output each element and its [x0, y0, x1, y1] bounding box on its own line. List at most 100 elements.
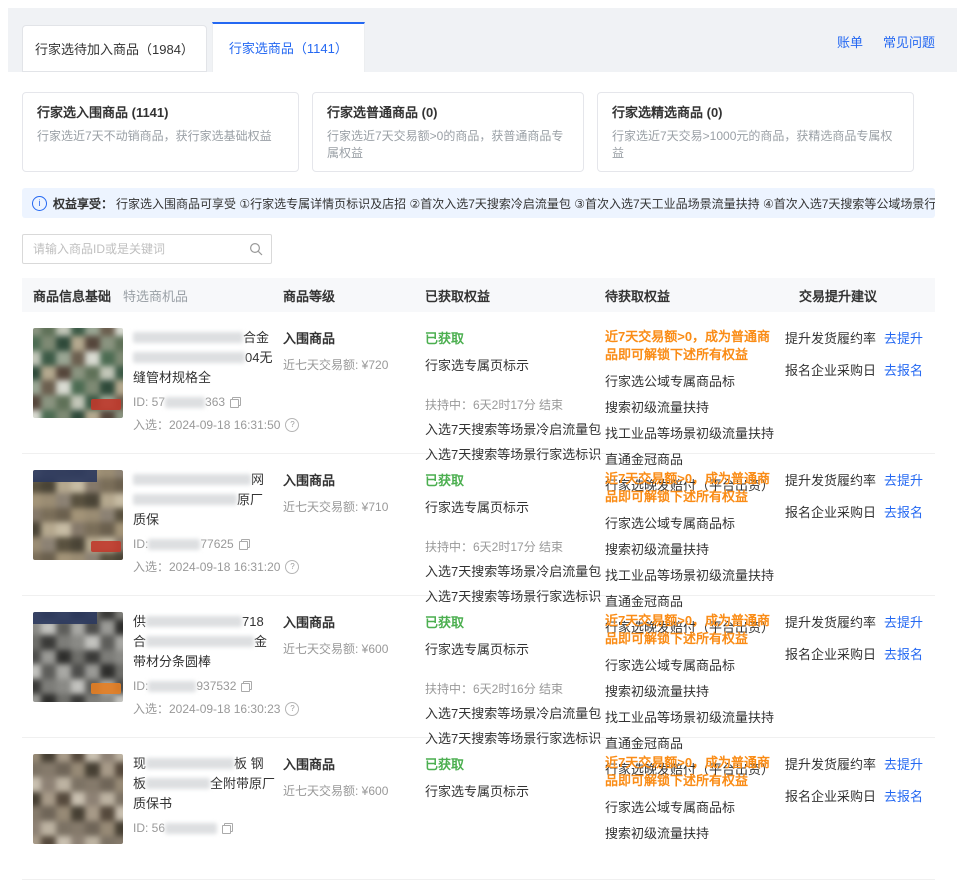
obtained-benefit: 入选7天搜索等场景冷启流量包 — [425, 419, 605, 438]
suggestion: 提升发货履约率去提升 — [785, 612, 935, 631]
bill-link[interactable]: 账单 — [837, 32, 863, 51]
redacted-text — [146, 778, 210, 789]
pending-benefit: 搜索初级流量扶持 — [605, 539, 771, 558]
redacted-text — [133, 332, 243, 343]
product-id: ID: 937532 — [133, 679, 283, 693]
suggestion-action-link[interactable]: 去报名 — [884, 505, 923, 520]
pending-benefit: 找工业品等场景初级流量扶持 — [605, 423, 771, 442]
card-normal[interactable]: 行家选普通商品 (0) 行家选近7天交易额>0的商品，获普通商品专属权益 — [312, 92, 584, 172]
info-circle-icon — [32, 196, 47, 211]
redacted-text — [133, 494, 237, 505]
product-image[interactable] — [33, 754, 123, 844]
header-tab-product-info[interactable]: 商品信息基础 — [33, 286, 111, 305]
header-obtained-benefits: 已获取权益 — [425, 286, 605, 305]
pending-benefit: 行家选公域专属商品标 — [605, 371, 771, 390]
product-image-mosaic — [33, 754, 123, 844]
suggestion: 报名企业采购日去报名 — [785, 502, 935, 521]
selected-time: 入选：2024-09-18 16:30:23 — [133, 700, 283, 717]
suggestion-action-link[interactable]: 去报名 — [884, 647, 923, 662]
suggestion-action-link[interactable]: 去提升 — [884, 615, 923, 630]
tab-selected-products[interactable]: 行家选商品（1141） — [212, 22, 365, 72]
header-product-grade: 商品等级 — [283, 286, 425, 305]
header-pending-benefits: 待获取权益 — [605, 286, 799, 305]
suggestion-action-link[interactable]: 去提升 — [884, 757, 923, 772]
obtained-benefit: 行家选专属页标示 — [425, 639, 605, 658]
product-image[interactable] — [33, 612, 123, 702]
suggestion-label: 报名企业采购日 — [785, 505, 876, 520]
image-banner — [33, 612, 97, 624]
obtained-benefit: 入选7天搜索等场景行家选标识 — [425, 444, 605, 463]
trade-amount: 近七天交易额: ¥600 — [283, 782, 425, 799]
suggestion: 报名企业采购日去报名 — [785, 786, 935, 805]
product-title[interactable]: 合金04无缝管材规格全 — [133, 328, 283, 388]
obtained-tag: 已获取 — [425, 612, 605, 631]
suggestion: 提升发货履约率去提升 — [785, 328, 935, 347]
pending-benefit: 搜索初级流量扶持 — [605, 681, 771, 700]
product-grade: 入围商品 — [283, 612, 425, 631]
image-label — [91, 399, 121, 410]
suggestion-label: 提升发货履约率 — [785, 473, 876, 488]
trade-amount: 近七天交易额: ¥710 — [283, 498, 425, 515]
pending-benefit: 找工业品等场景初级流量扶持 — [605, 707, 771, 726]
pending-benefit: 直通金冠商品 — [605, 591, 771, 610]
table-row: 供718合金带材分条圆棒 ID: 937532 入选：2024-09-18 16:3… — [22, 596, 935, 738]
pending-benefit: 搜索初级流量扶持 — [605, 397, 771, 416]
header-trade-suggestions: 交易提升建议 — [799, 286, 935, 305]
product-title[interactable]: 供718合金带材分条圆棒 — [133, 612, 283, 672]
top-links: 账单 常见问题 — [837, 32, 935, 51]
product-id: ID: 57363 — [133, 395, 283, 409]
copy-icon[interactable] — [222, 823, 233, 834]
product-title[interactable]: 网原厂质保 — [133, 470, 283, 530]
suggestion: 提升发货履约率去提升 — [785, 754, 935, 773]
card-shortlisted[interactable]: 行家选入围商品 (1141) 行家选近7天不动销商品，获行家选基础权益 — [22, 92, 299, 172]
faq-link[interactable]: 常见问题 — [883, 32, 935, 51]
pending-headline: 近7天交易额>0，成为普通商品即可解锁下述所有权益 — [605, 612, 771, 648]
product-id: ID: 56 — [133, 821, 283, 835]
copy-icon[interactable] — [230, 397, 241, 408]
product-image[interactable] — [33, 328, 123, 418]
tab-bar: 行家选待加入商品（1984） 行家选商品（1141） — [22, 22, 365, 72]
suggestion-action-link[interactable]: 去提升 — [884, 331, 923, 346]
support-countdown: 扶持中：6天2时17分 结束 — [425, 538, 605, 555]
table-row: 合金04无缝管材规格全ID: 57363入选：2024-09-18 16:31:… — [22, 312, 935, 454]
redacted-text — [148, 539, 200, 550]
copy-icon[interactable] — [241, 681, 252, 692]
suggestion-label: 提升发货履约率 — [785, 757, 876, 772]
product-image[interactable] — [33, 470, 123, 560]
suggestion: 提升发货履约率去提升 — [785, 470, 935, 489]
pending-benefit: 搜索初级流量扶持 — [605, 823, 771, 842]
product-title[interactable]: 现板 钢板全附带原厂质保书 — [133, 754, 283, 814]
suggestion-action-link[interactable]: 去报名 — [884, 363, 923, 378]
search-input[interactable] — [22, 234, 272, 264]
copy-icon[interactable] — [239, 539, 250, 550]
suggestion-label: 报名企业采购日 — [785, 789, 876, 804]
redacted-text — [146, 636, 254, 647]
obtained-tag: 已获取 — [425, 328, 605, 347]
pending-benefit: 行家选公域专属商品标 — [605, 655, 771, 674]
top-tab-band: 行家选待加入商品（1984） 行家选商品（1141） 账单 常见问题 — [8, 8, 957, 72]
redacted-text — [148, 681, 196, 692]
benefits-notice-bar: 权益享受： 行家选入围商品可享受 ①行家选专属详情页标识及店招 ②首次入选7天搜… — [22, 188, 935, 218]
table-row: 现板 钢板全附带原厂质保书ID: 56入围商品近七天交易额: ¥600已获取行家… — [22, 738, 935, 880]
redacted-text — [146, 758, 234, 769]
search-icon[interactable] — [249, 242, 263, 256]
header-tab-special-opportunity[interactable]: 特选商机品 — [123, 286, 188, 305]
summary-cards: 行家选入围商品 (1141) 行家选近7天不动销商品，获行家选基础权益 行家选普… — [0, 72, 957, 172]
suggestion-action-link[interactable]: 去提升 — [884, 473, 923, 488]
product-grade: 入围商品 — [283, 328, 425, 347]
pending-benefit: 找工业品等场景初级流量扶持 — [605, 565, 771, 584]
suggestion-label: 提升发货履约率 — [785, 615, 876, 630]
pending-benefit: 直通金冠商品 — [605, 733, 771, 752]
suggestion-action-link[interactable]: 去报名 — [884, 789, 923, 804]
redacted-text — [146, 616, 242, 627]
product-table-body: 合金04无缝管材规格全ID: 57363入选：2024-09-18 16:31:… — [22, 312, 935, 880]
image-banner — [33, 470, 97, 482]
card-title: 行家选普通商品 (0) — [327, 102, 569, 121]
pending-benefit: 直通金冠商品 — [605, 449, 771, 468]
tab-pending-products[interactable]: 行家选待加入商品（1984） — [22, 25, 207, 72]
pending-headline: 近7天交易额>0，成为普通商品即可解锁下述所有权益 — [605, 754, 771, 790]
card-featured[interactable]: 行家选精选商品 (0) 行家选近7天交易>1000元的商品，获精选商品专属权益 — [597, 92, 914, 172]
obtained-benefit: 入选7天搜索等场景冷启流量包 — [425, 703, 605, 722]
trade-amount: 近七天交易额: ¥600 — [283, 640, 425, 657]
card-desc: 行家选近7天不动销商品，获行家选基础权益 — [37, 127, 284, 144]
